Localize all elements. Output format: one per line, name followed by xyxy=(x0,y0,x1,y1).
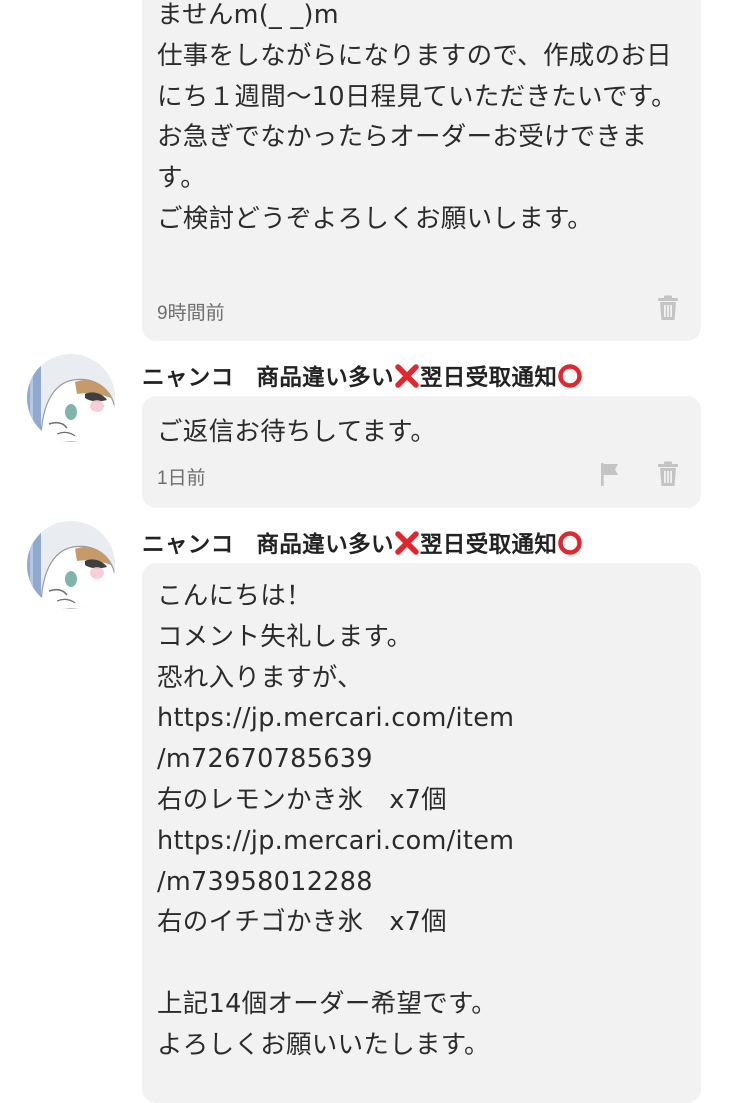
cat-avatar-icon xyxy=(27,521,115,609)
comment-bubble: ませんm(_ _)m 仕事をしながらになりますので、作成のお日にち１週間〜10日… xyxy=(142,0,701,341)
comment-username[interactable]: ニャンコ 商品違い多い 翌日受取通知 xyxy=(142,360,583,392)
circle-mark-icon xyxy=(558,531,583,555)
comment-timestamp: 9時間前 xyxy=(157,303,225,324)
flag-icon[interactable] xyxy=(598,461,622,487)
comment-text: ご返信お待ちしてます。 xyxy=(157,417,437,447)
comment-bubble: こんにちは！ コメント失礼します。 恐れ入りますが、 https://jp.me… xyxy=(142,563,701,1103)
comment-username[interactable]: ニャンコ 商品違い多い 翌日受取通知 xyxy=(142,527,583,559)
trash-icon[interactable] xyxy=(656,461,680,487)
comment-timestamp: 1日前 xyxy=(157,468,206,489)
cross-mark-icon xyxy=(395,364,419,388)
comment-text: ませんm(_ _)m 仕事をしながらになりますので、作成のお日にち１週間〜10日… xyxy=(157,0,677,234)
user-avatar[interactable] xyxy=(27,521,115,609)
circle-mark-icon xyxy=(558,364,583,388)
comment-list: ませんm(_ _)m 仕事をしながらになりますので、作成のお日にち１週間〜10日… xyxy=(0,0,730,1103)
comment-text: こんにちは！ コメント失礼します。 恐れ入りますが、 https://jp.me… xyxy=(157,581,515,1060)
user-avatar[interactable] xyxy=(27,354,115,442)
cat-avatar-icon xyxy=(27,354,115,442)
comment-bubble: ご返信お待ちしてます。 1日前 xyxy=(142,396,701,508)
cross-mark-icon xyxy=(395,531,419,555)
trash-icon[interactable] xyxy=(656,295,680,321)
